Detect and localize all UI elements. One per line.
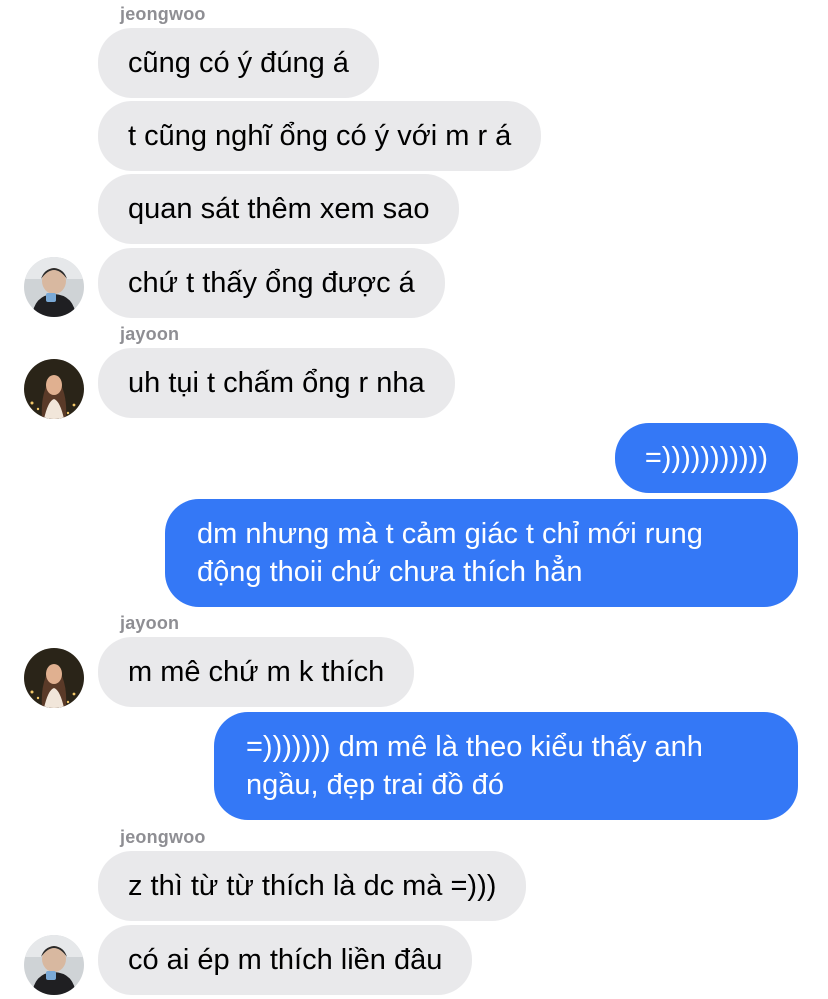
sender-name-jeongwoo: jeongwoo [120,827,206,847]
message-bubble-incoming[interactable]: t cũng nghĩ ổng có ý với m r á [98,101,542,171]
message-bubble-incoming[interactable]: có ai ép m thích liền đâu [98,925,473,995]
message-bubble-outgoing[interactable]: =))))))))))) [614,423,798,493]
message-bubble-outgoing[interactable]: =))))))) dm mê là theo kiểu thấy anh ngầ… [214,712,798,820]
message-bubble-incoming[interactable]: cũng có ý đúng á [98,28,379,98]
sender-name-jayoon: jayoon [120,324,180,344]
avatar-jeongwoo[interactable] [24,257,84,317]
message-bubble-incoming[interactable]: z thì từ từ thích là dc mà =))) [98,851,527,921]
message-bubble-outgoing[interactable]: dm nhưng mà t cảm giác t chỉ mới rung độ… [165,499,798,607]
sender-name-jeongwoo: jeongwoo [120,4,206,24]
message-bubble-incoming[interactable]: uh tụi t chấm ổng r nha [98,348,455,418]
avatar-jayoon[interactable] [24,359,84,419]
avatar-jayoon[interactable] [24,648,84,708]
message-bubble-incoming[interactable]: m mê chứ m k thích [98,637,415,707]
message-bubble-incoming[interactable]: quan sát thêm xem sao [98,174,460,244]
sender-name-jayoon: jayoon [120,613,180,633]
message-bubble-incoming[interactable]: chứ t thấy ổng được á [98,248,445,318]
avatar-jeongwoo[interactable] [24,935,84,995]
